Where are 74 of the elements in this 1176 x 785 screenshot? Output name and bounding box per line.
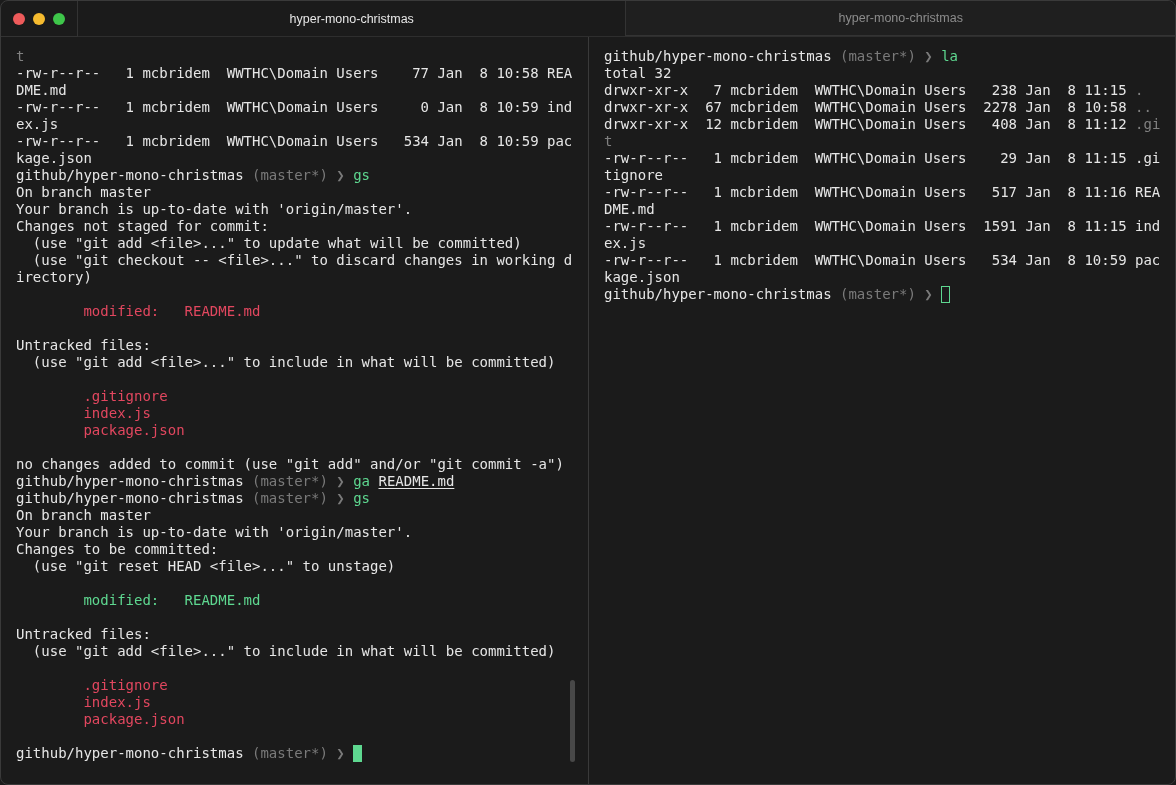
terminal-text: total 32 [604, 65, 672, 81]
terminal-text: (use "git add <file>..." to update what will be committed) [31, 235, 522, 251]
terminal-text: -rw-r--r-- 1 mcbridem WWTHC\Domain Users 77 Jan 8 10:58 REA [16, 65, 573, 81]
terminal-text: Your branch is up-to-date with 'origin/master'. [16, 201, 413, 217]
prompt-chevron: ❯ [336, 490, 345, 506]
untracked-file: package.json [82, 711, 185, 727]
prompt-path: github/hyper-mono-christmas [604, 286, 832, 302]
git-branch: (master*) [252, 745, 328, 761]
terminal-text: tignore [604, 167, 663, 183]
command-text: la [941, 48, 959, 64]
terminal-text: irectory) [16, 269, 92, 285]
untracked-file: .gitignore [82, 677, 168, 693]
scrollbar-thumb[interactable] [570, 680, 575, 762]
prompt-chevron: ❯ [336, 167, 345, 183]
terminal-text: -rw-r--r-- 1 mcbridem WWTHC\Domain Users 0 Jan 8 10:59 ind [16, 99, 573, 115]
terminal-text: kage.json [604, 269, 680, 285]
terminal-text: Untracked files: [16, 626, 151, 642]
prompt-chevron: ❯ [336, 745, 345, 761]
zoom-button[interactable] [53, 12, 65, 25]
staged-file: modified: README.md [82, 592, 261, 608]
terminal-text: On branch master [16, 184, 151, 200]
hidden-file: . [1135, 82, 1144, 98]
prompt-chevron: ❯ [336, 473, 345, 489]
prompt-path: github/hyper-mono-christmas [16, 745, 244, 761]
terminal-text: -rw-r--r-- 1 mcbridem WWTHC\Domain Users 534 Jan 8 10:59 pac [16, 133, 573, 149]
git-branch: (master*) [840, 48, 916, 64]
untracked-file: index.js [82, 694, 151, 710]
prompt-path: github/hyper-mono-christmas [16, 473, 244, 489]
command-argument: README.md [378, 473, 455, 489]
prompt-chevron: ❯ [924, 48, 933, 64]
terminal-text: Changes to be committed: [16, 541, 219, 557]
untracked-file: .gitignore [82, 388, 168, 404]
hidden-file: .gi [1135, 116, 1161, 132]
prompt-chevron: ❯ [924, 286, 933, 302]
modified-file: modified: README.md [82, 303, 261, 319]
git-branch: (master*) [252, 473, 328, 489]
command-text: gs [353, 167, 371, 183]
terminal-text: drwxr-xr-x 12 mcbridem WWTHC\Domain Users 408 Jan 8 11:12 [604, 116, 1127, 132]
command-text: ga [353, 473, 371, 489]
terminal-text: Changes not staged for commit: [16, 218, 269, 234]
terminal-text: kage.json [16, 150, 92, 166]
prompt-path: github/hyper-mono-christmas [604, 48, 832, 64]
terminal-text: Untracked files: [16, 337, 151, 353]
terminal-text: -rw-r--r-- 1 mcbridem WWTHC\Domain Users 517 Jan 8 11:16 REA [604, 184, 1161, 200]
terminal-text: -rw-r--r-- 1 mcbridem WWTHC\Domain Users 534 Jan 8 10:59 pac [604, 252, 1161, 268]
terminal-text: Your branch is up-to-date with 'origin/master'. [16, 524, 413, 540]
command-text: gs [353, 490, 371, 506]
untracked-file: index.js [82, 405, 151, 421]
terminal-text: DME.md [16, 82, 67, 98]
terminal-text: (use "git checkout -- <file>..." to discard changes in working d [31, 252, 573, 268]
terminal-text: (use "git add <file>..." to include in what will be committed) [31, 643, 556, 659]
terminal-text: -rw-r--r-- 1 mcbridem WWTHC\Domain Users 1591 Jan 8 11:15 ind [604, 218, 1161, 234]
terminal-text: drwxr-xr-x 67 mcbridem WWTHC\Domain Users 2278 Jan 8 10:58 [604, 99, 1127, 115]
hidden-file: t [16, 48, 25, 64]
minimize-button[interactable] [33, 12, 45, 25]
terminal-tab[interactable]: hyper-mono-christmas [625, 1, 1175, 36]
terminal-text: ex.js [16, 116, 59, 132]
terminal-text: -rw-r--r-- 1 mcbridem WWTHC\Domain Users 29 Jan 8 11:15 .gi [604, 150, 1161, 166]
hidden-file: t [604, 133, 613, 149]
hidden-file: .. [1135, 99, 1152, 115]
terminal-text: no changes added to commit (use "git add" and/or "git commit -a") [16, 456, 564, 472]
terminal-text: ex.js [604, 235, 647, 251]
untracked-file: package.json [82, 422, 185, 438]
terminal-text: (use "git reset HEAD <file>..." to unstage) [31, 558, 396, 574]
prompt-path: github/hyper-mono-christmas [16, 167, 244, 183]
close-button[interactable] [13, 12, 25, 25]
terminal-text: (use "git add <file>..." to include in what will be committed) [31, 354, 556, 370]
git-branch: (master*) [840, 286, 916, 302]
prompt-path: github/hyper-mono-christmas [16, 490, 244, 506]
terminal-text: DME.md [604, 201, 655, 217]
git-branch: (master*) [252, 167, 328, 183]
terminal-text: On branch master [16, 507, 151, 523]
terminal-text: drwxr-xr-x 7 mcbridem WWTHC\Domain Users 238 Jan 8 11:15 [604, 82, 1127, 98]
git-branch: (master*) [252, 490, 328, 506]
